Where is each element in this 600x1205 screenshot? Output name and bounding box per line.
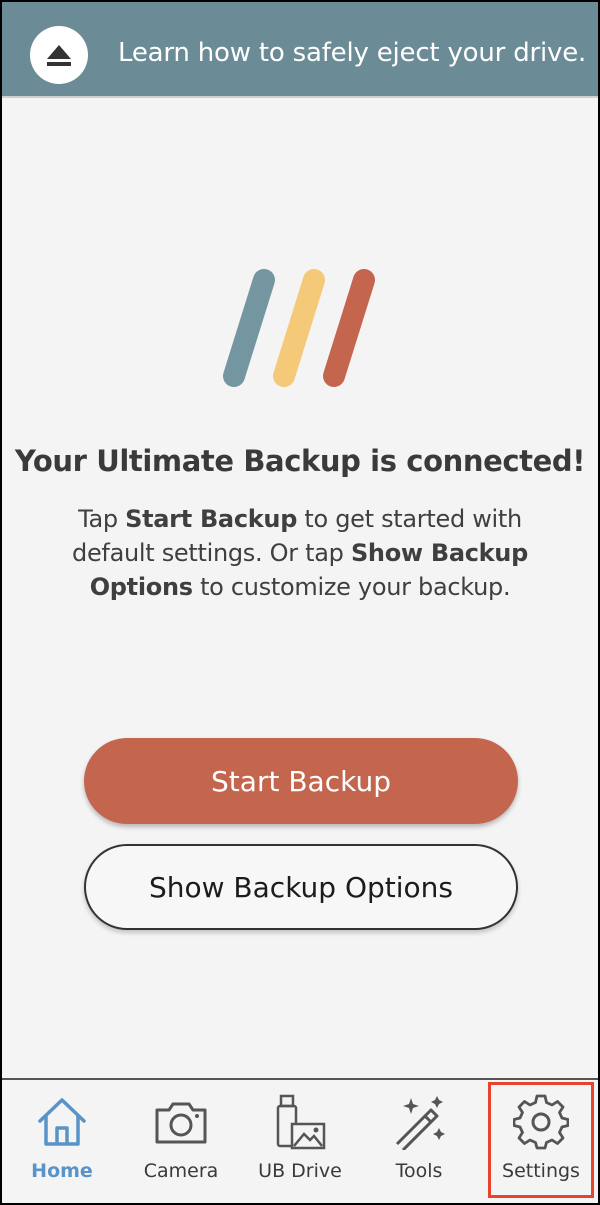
- nav-item-ub-drive[interactable]: UB Drive: [240, 1080, 360, 1203]
- nav-label-tools: Tools: [395, 1160, 443, 1182]
- nav-item-camera[interactable]: Camera: [121, 1080, 241, 1203]
- start-backup-button[interactable]: Start Backup: [84, 738, 518, 824]
- show-backup-options-button[interactable]: Show Backup Options: [84, 844, 518, 930]
- eject-banner-text[interactable]: Learn how to safely eject your drive.: [118, 38, 586, 68]
- magic-wand-icon: [395, 1096, 445, 1150]
- nav-label-camera: Camera: [143, 1160, 219, 1182]
- settings-highlight-box: [488, 1082, 594, 1198]
- eject-icon: [47, 45, 71, 66]
- instructions-text: Tap Start Backup to get started with def…: [72, 505, 528, 601]
- connected-heading: Your Ultimate Backup is connected!: [14, 444, 586, 478]
- app-screen: Learn how to safely eject your drive. Yo…: [2, 2, 598, 1203]
- app-logo: [223, 269, 375, 387]
- eject-banner[interactable]: Learn how to safely eject your drive.: [2, 2, 598, 98]
- nav-item-home[interactable]: Home: [2, 1080, 122, 1203]
- usb-drive-icon: [276, 1094, 326, 1150]
- bottom-nav: Home Camera UB Drive Tools Settings: [2, 1078, 598, 1203]
- nav-item-tools[interactable]: Tools: [359, 1080, 479, 1203]
- camera-icon: [155, 1102, 207, 1144]
- eject-button[interactable]: [30, 26, 88, 84]
- nav-label-home: Home: [31, 1160, 93, 1182]
- nav-label-ub-drive: UB Drive: [258, 1160, 342, 1182]
- home-icon: [38, 1098, 86, 1146]
